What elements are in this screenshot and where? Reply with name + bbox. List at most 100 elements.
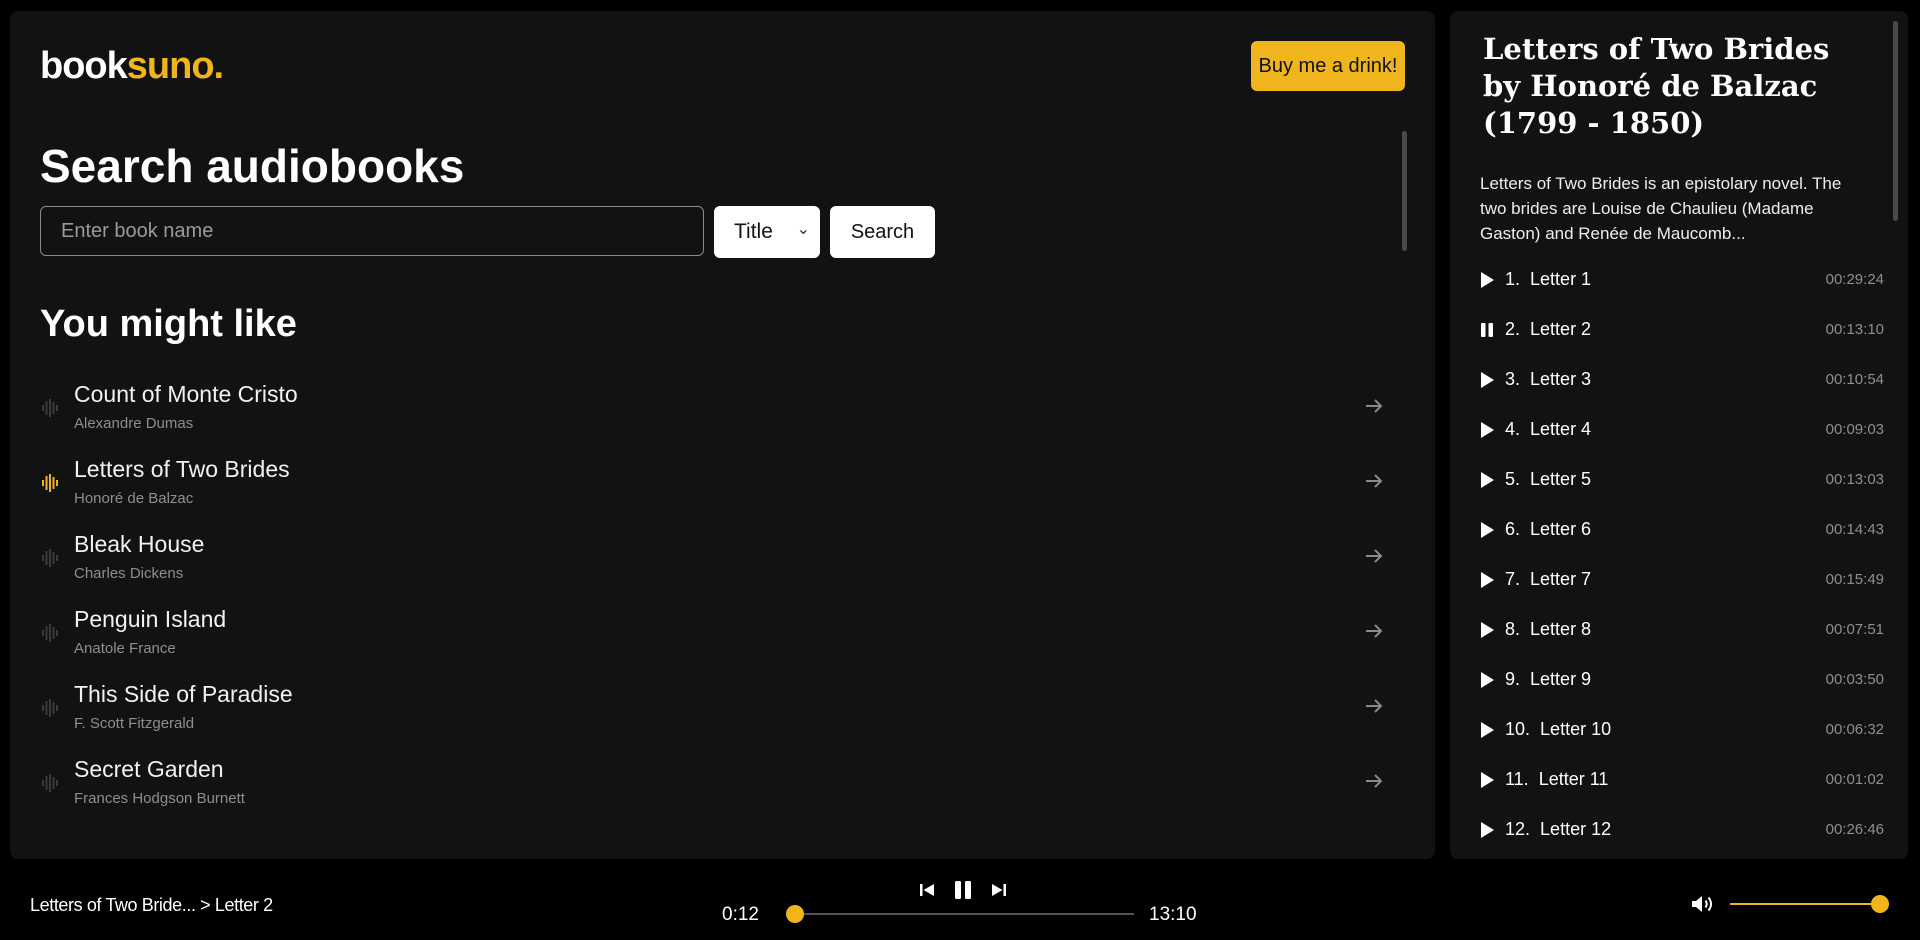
- pause-icon: [955, 881, 971, 899]
- chapter-item[interactable]: 6. Letter 6 00:14:43: [1480, 519, 1884, 569]
- chapter-number: 2.: [1505, 319, 1521, 339]
- chapter-label: 10. Letter 10: [1505, 719, 1611, 740]
- play-icon[interactable]: [1480, 522, 1494, 538]
- chapter-item[interactable]: 9. Letter 9 00:03:50: [1480, 669, 1884, 719]
- arrow-right-icon[interactable]: [1362, 394, 1386, 418]
- chapter-label: 12. Letter 12: [1505, 819, 1611, 840]
- chapter-duration: 00:01:02: [1825, 771, 1884, 788]
- chapter-number: 9.: [1505, 669, 1521, 689]
- chapter-item[interactable]: 1. Letter 1 00:29:24: [1480, 269, 1884, 319]
- booksuno-logo[interactable]: booksuno.: [40, 45, 224, 87]
- play-icon[interactable]: [1480, 472, 1494, 488]
- page-title: Search audiobooks: [40, 140, 465, 192]
- chapter-list: 1. Letter 1 00:29:24 2. Letter 2 00:13:1…: [1480, 269, 1884, 859]
- chapter-label: 6. Letter 6: [1505, 519, 1591, 540]
- recommendation-list: Count of Monte Cristo Alexandre Dumas Le…: [40, 377, 1410, 827]
- previous-button[interactable]: [914, 878, 940, 902]
- chapter-number: 12.: [1505, 819, 1531, 839]
- progress-slider[interactable]: [786, 905, 1134, 923]
- chapter-number: 7.: [1505, 569, 1521, 589]
- detail-scrollbar[interactable]: [1893, 21, 1898, 221]
- buy-me-a-drink-button[interactable]: Buy me a drink!: [1251, 41, 1405, 91]
- arrow-right-icon[interactable]: [1362, 544, 1386, 568]
- book-title: Secret Garden: [74, 756, 224, 782]
- volume-icon[interactable]: [1690, 893, 1714, 915]
- chapter-item[interactable]: 7. Letter 7 00:15:49: [1480, 569, 1884, 619]
- play-icon[interactable]: [1480, 272, 1494, 288]
- chapter-title: Letter 6: [1530, 519, 1592, 539]
- list-item[interactable]: Bleak House Charles Dickens: [40, 527, 1410, 602]
- play-icon[interactable]: [1480, 822, 1494, 838]
- chapter-item[interactable]: 12. Letter 12 00:26:46: [1480, 819, 1884, 859]
- recommendations-title: You might like: [40, 303, 297, 345]
- pause-icon[interactable]: [1480, 322, 1494, 338]
- chapter-duration: 00:13:10: [1825, 321, 1884, 338]
- chapter-duration: 00:29:24: [1825, 271, 1884, 288]
- list-item[interactable]: Count of Monte Cristo Alexandre Dumas: [40, 377, 1410, 452]
- chapter-item[interactable]: 10. Letter 10 00:06:32: [1480, 719, 1884, 769]
- chapter-label: 2. Letter 2: [1505, 319, 1591, 340]
- chapter-number: 10.: [1505, 719, 1531, 739]
- play-icon[interactable]: [1480, 722, 1494, 738]
- play-pause-button[interactable]: [950, 878, 976, 902]
- search-type-value: Title: [734, 220, 773, 243]
- chapter-label: 5. Letter 5: [1505, 469, 1591, 490]
- chapter-title: Letter 5: [1530, 469, 1592, 489]
- chapter-duration: 00:14:43: [1825, 521, 1884, 538]
- chapter-duration: 00:26:46: [1825, 821, 1884, 838]
- chapter-item[interactable]: 11. Letter 11 00:01:02: [1480, 769, 1884, 819]
- arrow-right-icon[interactable]: [1362, 619, 1386, 643]
- chapter-label: 11. Letter 11: [1505, 769, 1608, 790]
- search-type-select[interactable]: Title ⌄: [714, 206, 820, 258]
- sound-wave-icon: [42, 774, 58, 792]
- chapter-label: 7. Letter 7: [1505, 569, 1591, 590]
- search-button[interactable]: Search: [830, 206, 935, 258]
- book-detail-panel: Letters of Two Brides by Honoré de Balza…: [1450, 11, 1908, 859]
- chapter-item[interactable]: 5. Letter 5 00:13:03: [1480, 469, 1884, 519]
- chapter-title: Letter 12: [1540, 819, 1612, 839]
- arrow-right-icon[interactable]: [1362, 769, 1386, 793]
- chapter-duration: 00:03:50: [1825, 671, 1884, 688]
- book-search-input[interactable]: [40, 206, 704, 256]
- play-icon[interactable]: [1480, 422, 1494, 438]
- book-title: This Side of Paradise: [74, 681, 293, 707]
- chapter-duration: 00:15:49: [1825, 571, 1884, 588]
- chapter-number: 5.: [1505, 469, 1521, 489]
- list-item[interactable]: Penguin Island Anatole France: [40, 602, 1410, 677]
- main-scrollbar[interactable]: [1402, 131, 1407, 251]
- volume-slider[interactable]: [1730, 895, 1889, 913]
- logo-part-suno: suno.: [126, 45, 224, 87]
- list-item[interactable]: This Side of Paradise F. Scott Fitzgeral…: [40, 677, 1410, 752]
- playback-controls: [914, 878, 1012, 902]
- chapter-number: 4.: [1505, 419, 1521, 439]
- arrow-right-icon[interactable]: [1362, 694, 1386, 718]
- arrow-right-icon[interactable]: [1362, 469, 1386, 493]
- logo-part-book: book: [40, 45, 128, 87]
- chapter-item[interactable]: 4. Letter 4 00:09:03: [1480, 419, 1884, 469]
- chapter-item[interactable]: 3. Letter 3 00:10:54: [1480, 369, 1884, 419]
- play-icon[interactable]: [1480, 772, 1494, 788]
- chapter-title: Letter 3: [1530, 369, 1592, 389]
- now-playing-label[interactable]: Letters of Two Bride... > Letter 2: [30, 895, 273, 916]
- progress-handle[interactable]: [786, 905, 805, 923]
- book-author: Alexandre Dumas: [74, 415, 194, 432]
- chapter-title: Letter 11: [1538, 769, 1609, 789]
- list-item[interactable]: Letters of Two Brides Honoré de Balzac: [40, 452, 1410, 527]
- play-icon[interactable]: [1480, 572, 1494, 588]
- chapter-item[interactable]: 8. Letter 8 00:07:51: [1480, 619, 1884, 669]
- chapter-item[interactable]: 2. Letter 2 00:13:10: [1480, 319, 1884, 369]
- chapter-duration: 00:06:32: [1825, 721, 1884, 738]
- chapter-number: 6.: [1505, 519, 1521, 539]
- play-icon[interactable]: [1480, 372, 1494, 388]
- play-icon[interactable]: [1480, 622, 1494, 638]
- chapter-title: Letter 8: [1530, 619, 1592, 639]
- chapter-title: Letter 1: [1530, 269, 1592, 289]
- list-item[interactable]: Secret Garden Frances Hodgson Burnett: [40, 752, 1410, 827]
- next-button[interactable]: [986, 878, 1012, 902]
- play-icon[interactable]: [1480, 672, 1494, 688]
- search-bar: Title ⌄ Search: [40, 206, 935, 258]
- main-panel: booksuno. Buy me a drink! Search audiobo…: [10, 11, 1435, 859]
- volume-handle[interactable]: [1871, 895, 1889, 913]
- sound-wave-icon: [42, 624, 58, 642]
- book-title: Count of Monte Cristo: [74, 381, 298, 407]
